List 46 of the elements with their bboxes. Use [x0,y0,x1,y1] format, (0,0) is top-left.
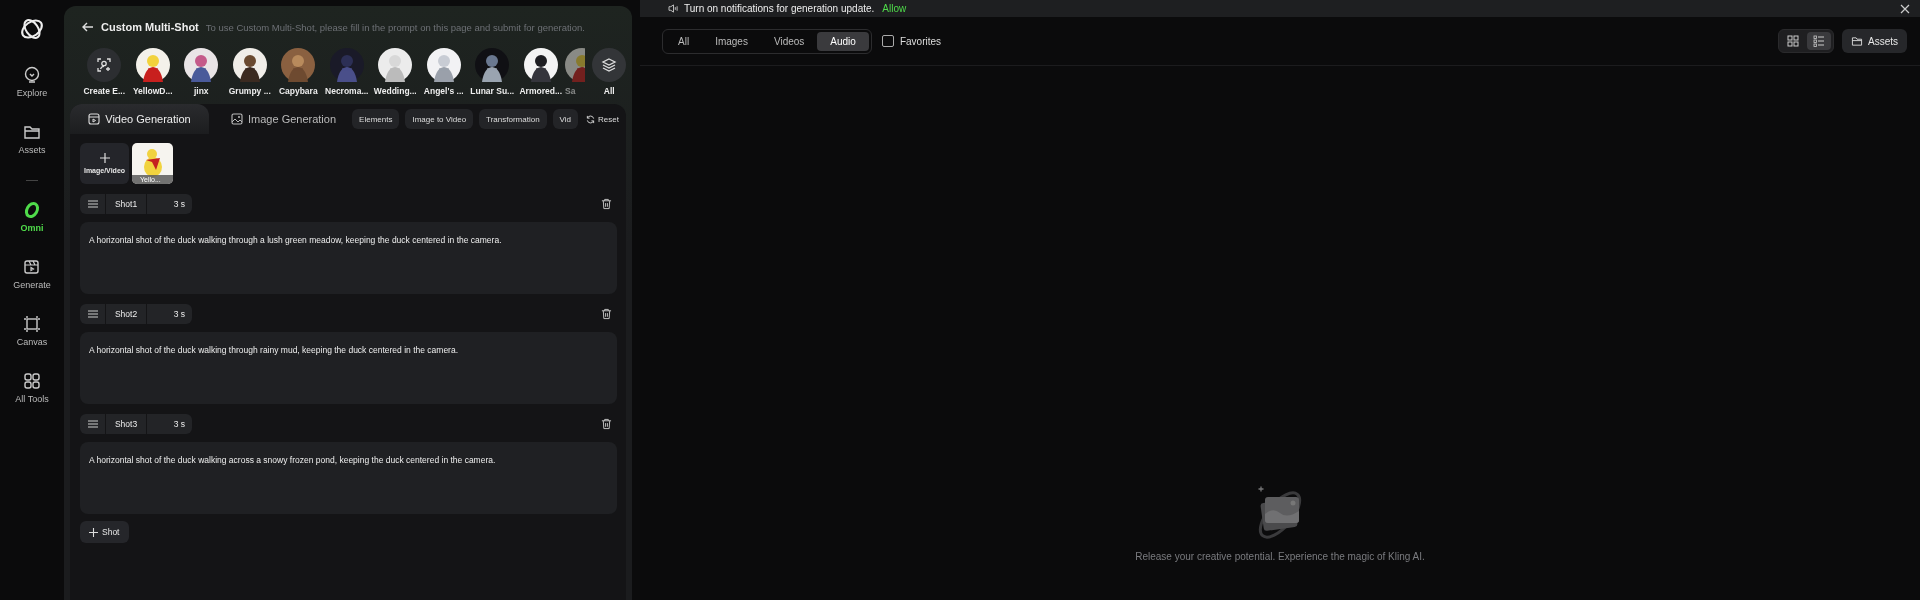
element-label[interactable]: jinx [193,86,209,96]
add-shot-button[interactable]: Shot [80,521,129,543]
sidebar-item[interactable]: Explore [16,66,48,123]
shot-name[interactable]: Shot3 [106,414,147,434]
mode-tab[interactable]: Image Generation [219,104,349,134]
filter-tab[interactable]: Images [702,31,761,51]
shot-name[interactable]: Shot2 [106,304,147,324]
filter-tab[interactable]: All [665,31,703,51]
shot-name[interactable]: Shot1 [106,194,147,214]
element-label[interactable]: Armored... [519,86,562,96]
sidebar-item[interactable]: All Tools [15,372,49,429]
empty-state-text: Release your creative potential. Experience the magic of Kling AI. [1135,551,1425,562]
prompt-field[interactable]: A horizontal shot of the duck walking through rainy mud, keeping the duck centered in the camera. [80,332,617,404]
prompt-field[interactable]: A horizontal shot of the duck walking across a snowy frozen pond, keeping the duck centered in the camera. [80,442,617,514]
panel-title: Custom Multi-Shot [101,21,199,33]
sidebar-item[interactable]: Omni [20,201,44,258]
assets-button[interactable]: Assets [1842,29,1907,53]
allow-link[interactable]: Allow [882,3,907,14]
shot-duration[interactable]: 3 s [147,194,192,214]
reset-button[interactable]: Reset [582,114,623,124]
notification-text: Turn on notifications for generation update. [684,3,875,14]
shot-duration[interactable]: 3 s [147,414,192,434]
filter-tab[interactable]: Videos [760,31,818,51]
element-label[interactable]: Capybara [278,86,318,96]
shot-duration[interactable]: 3 s [147,304,192,324]
mode-tab[interactable]: Video Generation [70,104,209,134]
element-label[interactable]: Necroma... [325,86,369,96]
hint-text: To use Custom Multi-Shot, please fill in the prompt on this page and submit for generation. [205,21,585,33]
element-label[interactable]: YellowD... [132,86,173,96]
element-label[interactable]: All [603,86,615,96]
filter-tab[interactable]: Audio [817,31,869,51]
element-label[interactable]: Angel's ... [423,86,464,96]
element-label[interactable]: Wedding... [373,86,417,96]
mode-chip[interactable]: Image to Video [405,109,474,129]
mode-chip[interactable]: Transformation [479,109,547,129]
element-label[interactable]: Create E... [83,86,126,96]
element-label[interactable]: Grumpy ... [228,86,271,96]
favorites-label[interactable]: Favorites [899,35,942,47]
mode-chip[interactable]: Elements [352,109,400,129]
sidebar-item[interactable]: Canvas [16,315,48,372]
mode-chip[interactable]: Vid [552,109,578,129]
sidebar-item[interactable]: Assets [18,123,46,180]
element-label[interactable]: Lunar Su... [470,86,515,96]
element-label[interactable]: Sa [565,86,576,96]
sidebar-item[interactable]: Generate [13,258,51,315]
prompt-field[interactable]: A horizontal shot of the duck walking through a lush green meadow, keeping the duck centered in the camera. [80,222,617,294]
